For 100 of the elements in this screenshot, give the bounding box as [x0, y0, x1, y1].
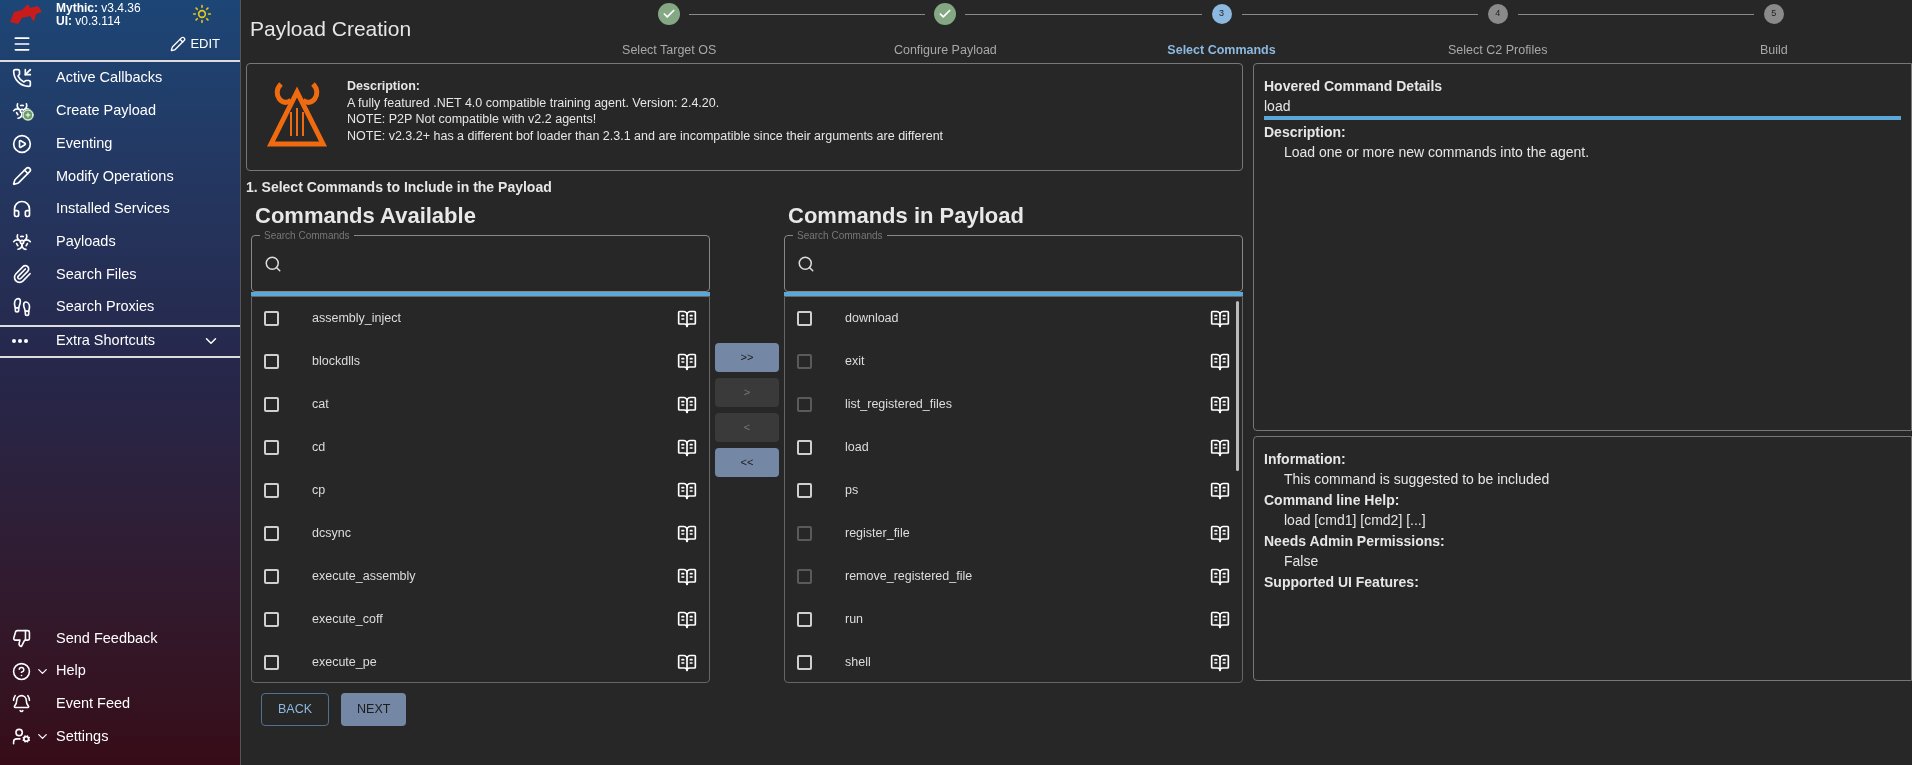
nav-label: Help [56, 661, 86, 681]
detail-value: Load one or more new commands into the agent. [1283, 143, 1591, 162]
nav-label: Extra Shortcuts [56, 331, 156, 351]
book-icon[interactable] [1210, 609, 1230, 630]
description-line: A fully featured .NET 4.0 compatible training agent. Version: 2.4.20. [347, 94, 721, 111]
command-name: shell [845, 654, 871, 672]
phone-icon [12, 68, 34, 89]
book-icon[interactable] [1210, 652, 1230, 673]
command-row[interactable]: assembly_inject [252, 297, 709, 340]
command-row[interactable]: cat [252, 383, 709, 426]
book-icon[interactable] [677, 480, 697, 501]
command-name: download [845, 310, 899, 328]
edit-button[interactable]: EDIT [170, 34, 220, 54]
nav-item[interactable]: Create Payload [0, 94, 240, 128]
command-row[interactable]: cp [252, 469, 709, 512]
command-row[interactable]: blockdlls [252, 340, 709, 383]
command-name: execute_assembly [312, 568, 416, 586]
command-row[interactable]: ps [785, 469, 1242, 512]
book-icon[interactable] [1210, 394, 1230, 415]
nav-label: Modify Operations [56, 166, 174, 186]
help-icon [12, 661, 31, 681]
command-name: blockdlls [312, 353, 360, 371]
detail-value: load [cmd1] [cmd2] [...] [1283, 511, 1427, 530]
nav-item[interactable]: Installed Services [0, 192, 240, 226]
book-icon[interactable] [1210, 523, 1230, 544]
description-line: NOTE: v2.3.2+ has a different bof loader than 2.3.1 and are incompatible since their arguments are different [347, 127, 944, 144]
section-title: 1. Select Commands to Include in the Payload [246, 178, 553, 197]
step-label: Build [1760, 42, 1788, 59]
command-row[interactable]: execute_assembly [252, 555, 709, 598]
list-title: Commands in Payload [787, 203, 1025, 229]
more-icon [12, 339, 28, 343]
book-icon[interactable] [1210, 437, 1230, 458]
book-icon[interactable] [677, 652, 697, 673]
nav-label: Event Feed [56, 694, 131, 714]
book-icon[interactable] [1210, 480, 1230, 501]
page-title: Payload Creation [249, 16, 412, 42]
book-icon[interactable] [1210, 566, 1230, 587]
nav-button[interactable]: NEXT [341, 693, 407, 726]
book-icon[interactable] [677, 394, 697, 415]
command-row[interactable]: run [785, 598, 1242, 641]
nav-item[interactable]: Search Proxies [0, 290, 240, 324]
step-label: Select C2 Profiles [1448, 42, 1548, 59]
nav-item[interactable]: Settings [0, 720, 240, 753]
nav-item[interactable]: Modify Operations [0, 160, 240, 193]
command-name: cat [312, 396, 329, 414]
nav-label: Eventing [56, 133, 113, 153]
command-name: execute_pe [312, 654, 377, 672]
nav-button[interactable]: BACK [261, 693, 330, 726]
detail-value: This command is suggested to be included [1283, 470, 1551, 489]
scrollbar[interactable] [1236, 301, 1239, 471]
play-circle-icon [12, 133, 34, 154]
version-text: UI: v0.3.114 [56, 14, 122, 28]
nav-label: Search Files [56, 264, 137, 284]
menu-icon[interactable] [12, 34, 32, 54]
book-icon[interactable] [677, 437, 697, 458]
book-icon[interactable] [1210, 308, 1230, 329]
detail-label: Description: [1264, 123, 1347, 142]
detail-value: False [1283, 552, 1320, 571]
extra-shortcuts-item[interactable]: Extra Shortcuts [0, 324, 240, 358]
transfer-button[interactable]: << [715, 448, 779, 477]
nav-item[interactable]: Help [0, 654, 240, 688]
theme-sun-icon[interactable] [192, 4, 212, 24]
description-heading: Description: [347, 78, 421, 95]
nav-item[interactable]: Send Feedback [0, 622, 240, 655]
command-row[interactable]: shell [785, 641, 1242, 682]
command-row[interactable]: download [785, 297, 1242, 340]
paperclip-icon [12, 264, 34, 285]
command-row[interactable]: load [785, 426, 1242, 469]
book-icon[interactable] [677, 609, 697, 630]
command-row[interactable]: dcsync [252, 512, 709, 555]
nav-label: Payloads [56, 231, 116, 251]
command-row[interactable]: execute_coff [252, 598, 709, 641]
command-name: list_registered_files [845, 396, 952, 414]
book-icon[interactable] [677, 566, 697, 587]
nav-item[interactable]: Payloads [0, 225, 240, 259]
nav-item[interactable]: Active Callbacks [0, 62, 240, 95]
command-name: register_file [845, 525, 910, 543]
nav-label: Installed Services [56, 199, 170, 219]
nav-item[interactable]: Eventing [0, 127, 240, 161]
book-icon[interactable] [677, 351, 697, 372]
book-icon[interactable] [1210, 351, 1230, 372]
detail-label: Needs Admin Permissions: [1264, 532, 1446, 551]
command-row[interactable]: cd [252, 426, 709, 469]
nav-label: Active Callbacks [56, 68, 163, 88]
pencil-icon [170, 36, 187, 52]
bell-icon [12, 694, 31, 714]
command-row[interactable]: execute_pe [252, 641, 709, 682]
command-name: run [845, 611, 864, 629]
step-label: Select Target OS [622, 42, 717, 59]
detail-label: Command line Help: [1264, 491, 1401, 510]
nav-item[interactable]: Event Feed [0, 687, 240, 721]
book-icon[interactable] [677, 308, 697, 329]
book-icon[interactable] [677, 523, 697, 544]
nav-label: Send Feedback [56, 628, 158, 648]
nav-item[interactable]: Search Files [0, 258, 240, 291]
transfer-button[interactable]: >> [715, 343, 779, 372]
nav-label: Search Proxies [56, 297, 155, 317]
step-number: 3 [1211, 4, 1232, 24]
search-icon [797, 254, 815, 273]
detail-label: Supported UI Features: [1264, 573, 1420, 592]
